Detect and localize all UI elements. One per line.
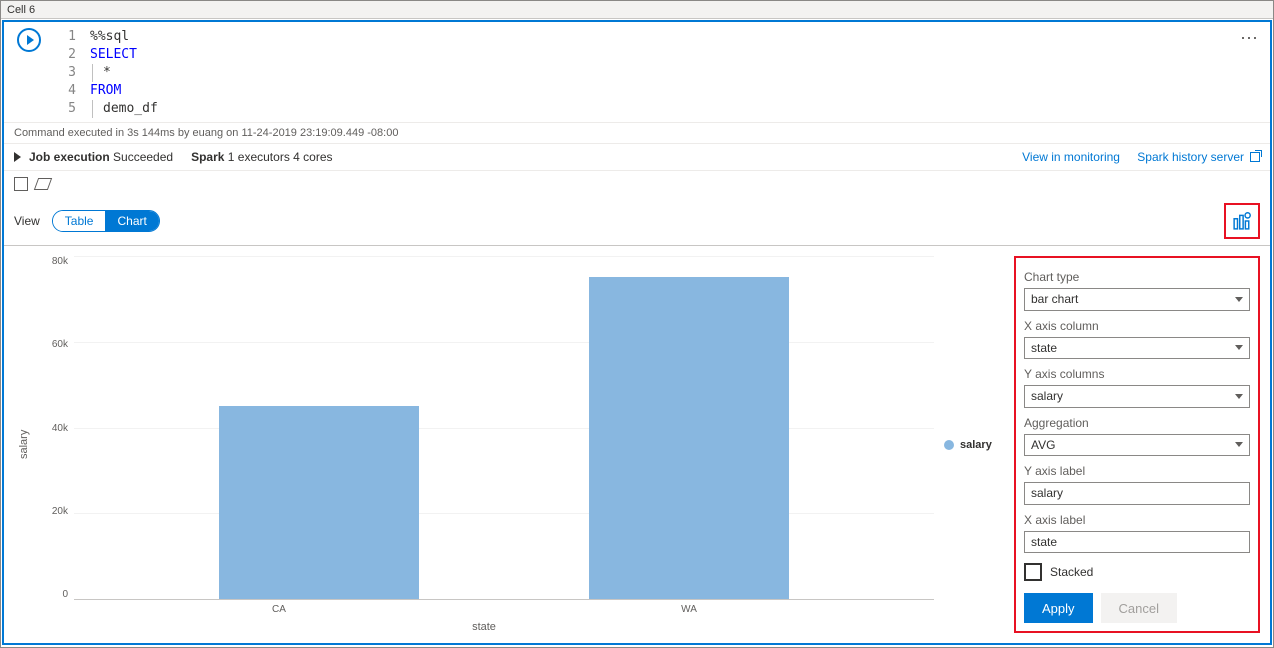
- chevron-down-icon: [1235, 442, 1243, 447]
- apply-button[interactable]: Apply: [1024, 593, 1093, 623]
- spark-history-link[interactable]: Spark history server: [1137, 150, 1260, 164]
- chevron-down-icon: [1235, 345, 1243, 350]
- y-axis-label: salary: [14, 256, 34, 633]
- output-tools: [4, 170, 1270, 197]
- copy-icon[interactable]: [14, 177, 28, 191]
- ylabel-label: Y axis label: [1024, 464, 1250, 478]
- view-switcher-row: View Table Chart: [4, 197, 1270, 246]
- legend-dot-icon: [944, 440, 954, 450]
- clear-icon[interactable]: [34, 178, 52, 190]
- external-link-icon: [1250, 152, 1260, 162]
- chevron-down-icon: [1235, 394, 1243, 399]
- cell-title-bar: Cell 6: [1, 1, 1273, 19]
- line-numbers: 1 2 3 4 5: [54, 22, 84, 122]
- stacked-label: Stacked: [1050, 565, 1093, 579]
- view-toggle: Table Chart: [52, 210, 160, 232]
- stacked-checkbox[interactable]: [1024, 563, 1042, 581]
- xlabel-label: X axis label: [1024, 513, 1250, 527]
- cancel-button[interactable]: Cancel: [1101, 593, 1177, 623]
- y-col-label: Y axis columns: [1024, 367, 1250, 381]
- view-monitoring-link[interactable]: View in monitoring: [1022, 150, 1120, 164]
- chart-settings-icon: [1233, 212, 1251, 230]
- notebook-cell: Cell 6 1 2 3 4 5 %%%%sqlsql SELECT * FRO…: [0, 0, 1274, 648]
- command-status: Command executed in 3s 144ms by euang on…: [4, 122, 1270, 143]
- chart-legend: salary: [934, 439, 1004, 451]
- chart-type-select[interactable]: bar chart: [1024, 288, 1250, 311]
- cell-body: 1 2 3 4 5 %%%%sqlsql SELECT * FROM demo_…: [2, 20, 1272, 645]
- chart-settings-button[interactable]: [1224, 203, 1260, 239]
- run-gutter: [4, 22, 54, 122]
- output-area: salary 80k 60k 40k 20k 0: [4, 246, 1270, 643]
- view-label: View: [14, 214, 40, 228]
- expand-icon[interactable]: [14, 152, 21, 162]
- chart-config-panel: Chart type bar chart X axis column state…: [1014, 256, 1260, 633]
- tab-table[interactable]: Table: [53, 211, 106, 231]
- y-ticks: 80k 60k 40k 20k 0: [34, 256, 74, 600]
- agg-label: Aggregation: [1024, 416, 1250, 430]
- execution-bar: Job execution Succeeded Spark 1 executor…: [4, 143, 1270, 170]
- chevron-down-icon: [1235, 297, 1243, 302]
- y-col-select[interactable]: salary: [1024, 385, 1250, 408]
- cell-title: Cell 6: [7, 4, 35, 16]
- code-editor[interactable]: %%%%sqlsql SELECT * FROM demo_df: [84, 22, 1230, 122]
- plot-grid: [74, 256, 934, 600]
- chart-zone: salary 80k 60k 40k 20k 0: [14, 256, 1004, 633]
- code-section: 1 2 3 4 5 %%%%sqlsql SELECT * FROM demo_…: [4, 22, 1270, 122]
- ylabel-input[interactable]: salary: [1024, 482, 1250, 505]
- more-menu[interactable]: ⋯: [1230, 22, 1270, 122]
- bar-wa: [589, 277, 789, 599]
- bar-ca: [219, 406, 419, 599]
- run-button[interactable]: [17, 28, 41, 52]
- chart-type-label: Chart type: [1024, 270, 1250, 284]
- x-axis-label: state: [34, 615, 934, 633]
- x-ticks: CA WA: [34, 600, 934, 615]
- agg-select[interactable]: AVG: [1024, 434, 1250, 457]
- x-col-label: X axis column: [1024, 319, 1250, 333]
- tab-chart[interactable]: Chart: [105, 211, 158, 231]
- play-icon: [27, 35, 34, 45]
- xlabel-input[interactable]: state: [1024, 531, 1250, 554]
- x-col-select[interactable]: state: [1024, 337, 1250, 360]
